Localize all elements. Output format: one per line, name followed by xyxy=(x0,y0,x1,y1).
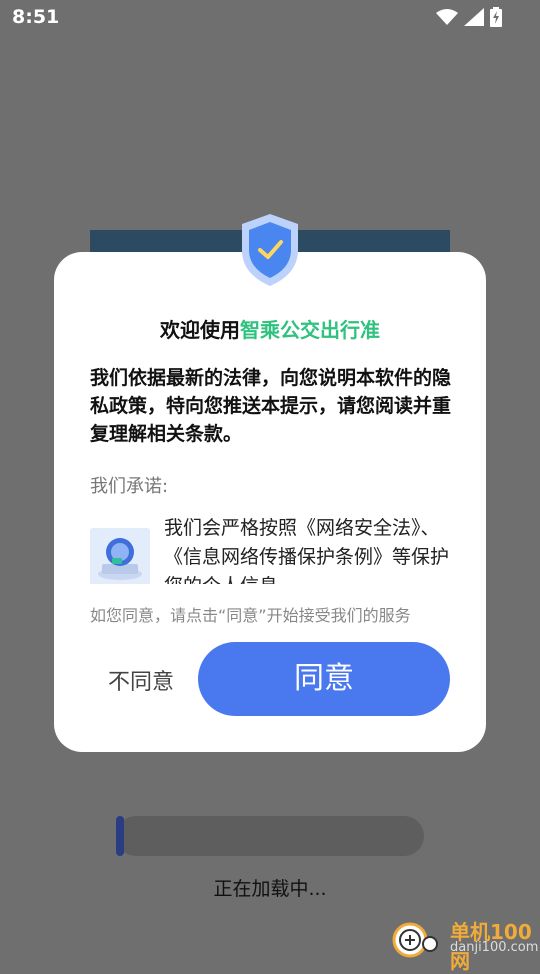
watermark-logo-icon xyxy=(392,922,438,958)
battery-charging-icon xyxy=(490,7,502,27)
loading-text: 正在加载中... xyxy=(213,878,327,900)
dialog-title-app-name: 智乘公交出行准 xyxy=(240,318,380,342)
promise-item: 我们会严格按照《网络安全法》、《信息网络传播保护条例》等保护您的个人信息 xyxy=(90,514,452,584)
promise-text: 我们会严格按照《网络安全法》、《信息网络传播保护条例》等保护您的个人信息 xyxy=(164,517,450,584)
dialog-title-prefix: 欢迎使用 xyxy=(160,318,240,342)
status-bar: 8:51 xyxy=(0,0,540,36)
consent-hint: 如您同意，请点击“同意”开始接受我们的服务 xyxy=(90,606,411,625)
shield-check-icon xyxy=(242,214,298,286)
status-time: 8:51 xyxy=(12,6,60,28)
watermark-url: danji100.com xyxy=(450,940,539,955)
wifi-icon xyxy=(436,9,458,25)
promise-label: 我们承诺: xyxy=(90,476,169,497)
dialog-title: 欢迎使用智乘公交出行准 xyxy=(54,314,486,343)
security-illustration-icon xyxy=(90,528,150,584)
watermark: 单机100网 danji100.com xyxy=(390,914,540,973)
status-icons xyxy=(436,7,502,27)
disagree-button[interactable]: 不同意 xyxy=(108,664,174,696)
privacy-dialog: 欢迎使用智乘公交出行准 我们依据最新的法律，向您说明本软件的隐私政策，特向您推送… xyxy=(54,252,486,752)
privacy-intro-text: 我们依据最新的法律，向您说明本软件的隐私政策，特向您推送本提示，请您阅读并重复理… xyxy=(90,367,452,445)
signal-icon xyxy=(464,8,484,26)
loading-progress-fill xyxy=(116,816,124,856)
agree-button[interactable]: 同意 xyxy=(198,642,450,716)
loading-progress-track xyxy=(116,816,424,856)
